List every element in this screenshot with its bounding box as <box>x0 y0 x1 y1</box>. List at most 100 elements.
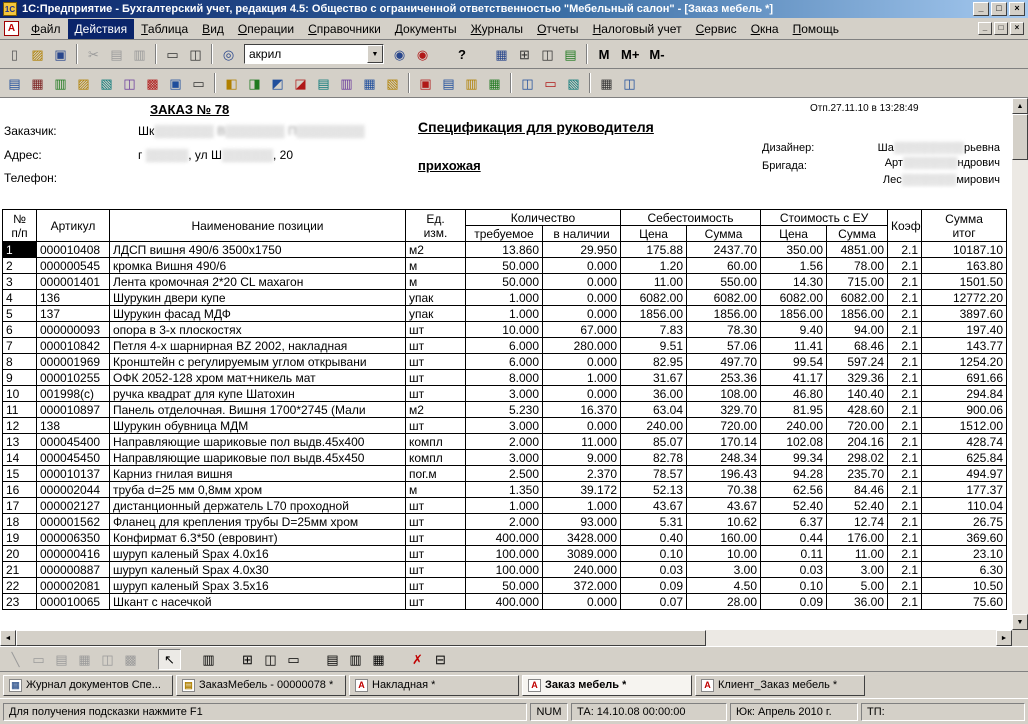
warehouses-button[interactable]: ▤ <box>312 72 335 94</box>
table-cell[interactable]: 102.08 <box>760 433 828 450</box>
table-cell[interactable]: 2.1 <box>887 561 923 578</box>
table-cell[interactable]: 2.1 <box>887 337 923 354</box>
table-cell[interactable]: шт <box>405 385 466 402</box>
table-cell[interactable]: 1.000 <box>541 497 622 514</box>
table-cell[interactable]: 2.1 <box>887 433 923 450</box>
table-cell[interactable]: 329.36 <box>826 369 889 386</box>
menu-item-actions[interactable]: Действия <box>67 18 135 39</box>
table-cell[interactable]: 67.000 <box>541 321 622 338</box>
black-white-view-button[interactable]: ⊟ <box>429 648 452 670</box>
table-cell[interactable]: 8.000 <box>465 369 543 386</box>
table-cell[interactable]: 3.000 <box>465 417 543 434</box>
table-cell[interactable]: 0.10 <box>620 545 688 562</box>
table-cell[interactable]: шт <box>405 577 466 594</box>
account-card-button[interactable]: ▭ <box>539 72 562 94</box>
table-cell[interactable]: 2.1 <box>887 497 923 514</box>
table-cell[interactable]: 0.000 <box>541 385 622 402</box>
show-grid-button[interactable]: ▦ <box>367 648 390 670</box>
table-cell[interactable]: 2.1 <box>887 529 923 546</box>
table-cell[interactable]: 000001562 <box>36 513 110 530</box>
table-cell[interactable]: шт <box>405 561 466 578</box>
table-cell[interactable]: 81.95 <box>760 401 828 418</box>
table-cell[interactable]: 93.000 <box>541 513 622 530</box>
table-cell[interactable]: 99.34 <box>760 449 828 466</box>
table-cell[interactable]: 10.000 <box>465 321 543 338</box>
table-cell[interactable]: 000001969 <box>36 353 110 370</box>
table-cell[interactable]: 2.1 <box>887 593 923 610</box>
table-cell[interactable]: 39.172 <box>541 481 622 498</box>
table-cell[interactable]: 15 <box>2 465 37 482</box>
table-cell[interactable]: 0.03 <box>760 561 828 578</box>
table-cell[interactable]: 7 <box>2 337 37 354</box>
table-cell[interactable]: 715.00 <box>826 273 889 290</box>
table-cell[interactable]: 000000887 <box>36 561 110 578</box>
table-cell[interactable]: 329.70 <box>686 401 762 418</box>
table-cell[interactable]: м2 <box>405 241 466 258</box>
table-cell[interactable]: труба d=25 мм 0,8мм хром <box>109 481 406 498</box>
invoice-doc-button[interactable]: ▣ <box>414 72 437 94</box>
table-cell[interactable]: опора в 3-х плоскостях <box>109 321 406 338</box>
menu-item-help[interactable]: Помощь <box>786 19 846 39</box>
table-cell[interactable]: 6.000 <box>465 337 543 354</box>
table-view-button[interactable]: ▦ <box>490 43 513 65</box>
table-cell[interactable]: 11.00 <box>620 273 688 290</box>
table-cell[interactable]: 21 <box>2 561 37 578</box>
table-cell[interactable]: 000002044 <box>36 481 110 498</box>
table-cell[interactable]: 13.860 <box>465 241 543 258</box>
table-cell[interactable]: 2.1 <box>887 481 923 498</box>
table-cell[interactable]: 43.67 <box>686 497 762 514</box>
table-cell[interactable]: 108.00 <box>686 385 762 402</box>
table-cell[interactable]: 5.31 <box>620 513 688 530</box>
table-cell[interactable]: 177.37 <box>921 481 1008 498</box>
nomenclature-button[interactable]: ◧ <box>220 72 243 94</box>
monitor-button[interactable]: ◫ <box>618 72 641 94</box>
table-cell[interactable]: 253.36 <box>686 369 762 386</box>
receipt-doc-button[interactable]: ▥ <box>460 72 483 94</box>
table-cell[interactable]: 248.34 <box>686 449 762 466</box>
table-cell[interactable]: 2.1 <box>887 385 923 402</box>
table-cell[interactable]: 550.00 <box>686 273 762 290</box>
table-cell[interactable]: 70.38 <box>686 481 762 498</box>
table-cell[interactable]: 900.06 <box>921 401 1008 418</box>
table-cell[interactable]: 22 <box>2 577 37 594</box>
analysis-report-button[interactable]: ▧ <box>562 72 585 94</box>
table-cell[interactable]: 143.77 <box>921 337 1008 354</box>
table-cell[interactable]: 294.84 <box>921 385 1008 402</box>
table-cell[interactable]: кромка Вишня 490/6 <box>109 257 406 274</box>
table-cell[interactable]: 000010065 <box>36 593 110 610</box>
table-cell[interactable]: 428.74 <box>921 433 1008 450</box>
child-restore-button[interactable]: □ <box>994 22 1008 35</box>
menu-item-reports[interactable]: Отчеты <box>530 19 586 39</box>
operation-journal-button[interactable]: ▥ <box>49 72 72 94</box>
table-cell[interactable]: 625.84 <box>921 449 1008 466</box>
table-cell[interactable]: ЛДСП вишня 490/6 3500х1750 <box>109 241 406 258</box>
table-cell[interactable]: 3.00 <box>826 561 889 578</box>
cash-button[interactable]: ▧ <box>381 72 404 94</box>
table-cell[interactable]: 1856.00 <box>686 305 762 322</box>
table-cell[interactable]: 000002127 <box>36 497 110 514</box>
menu-item-table[interactable]: Таблица <box>134 19 195 39</box>
table-cell[interactable]: 1.000 <box>465 289 543 306</box>
table-cell[interactable]: 36.00 <box>620 385 688 402</box>
table-cell[interactable]: 175.88 <box>620 241 688 258</box>
table-cell[interactable]: 2.1 <box>887 449 923 466</box>
table-cell[interactable]: 9.40 <box>760 321 828 338</box>
table-cell[interactable]: 138 <box>36 417 110 434</box>
table-cell[interactable]: 000010842 <box>36 337 110 354</box>
table-cell[interactable]: 0.09 <box>760 593 828 610</box>
table-cell[interactable]: 2437.70 <box>686 241 762 258</box>
table-cell[interactable]: дистанционный держатель L70 проходной <box>109 497 406 514</box>
chart-of-accounts-button[interactable]: ▦ <box>26 72 49 94</box>
table-cell[interactable]: 3.000 <box>465 385 543 402</box>
table-cell[interactable]: 75.60 <box>921 593 1008 610</box>
table-cell[interactable]: шт <box>405 545 466 562</box>
table-cell[interactable]: 23.10 <box>921 545 1008 562</box>
table-cell[interactable]: 235.70 <box>826 465 889 482</box>
table-cell[interactable]: 12772.20 <box>921 289 1008 306</box>
table-cell[interactable]: 78.57 <box>620 465 688 482</box>
table-cell[interactable]: 84.46 <box>826 481 889 498</box>
table-cell[interactable]: 1856.00 <box>760 305 828 322</box>
table-cell[interactable]: 85.07 <box>620 433 688 450</box>
find-next-button[interactable]: ◉ <box>388 43 411 65</box>
constants-button[interactable]: ▤ <box>3 72 26 94</box>
